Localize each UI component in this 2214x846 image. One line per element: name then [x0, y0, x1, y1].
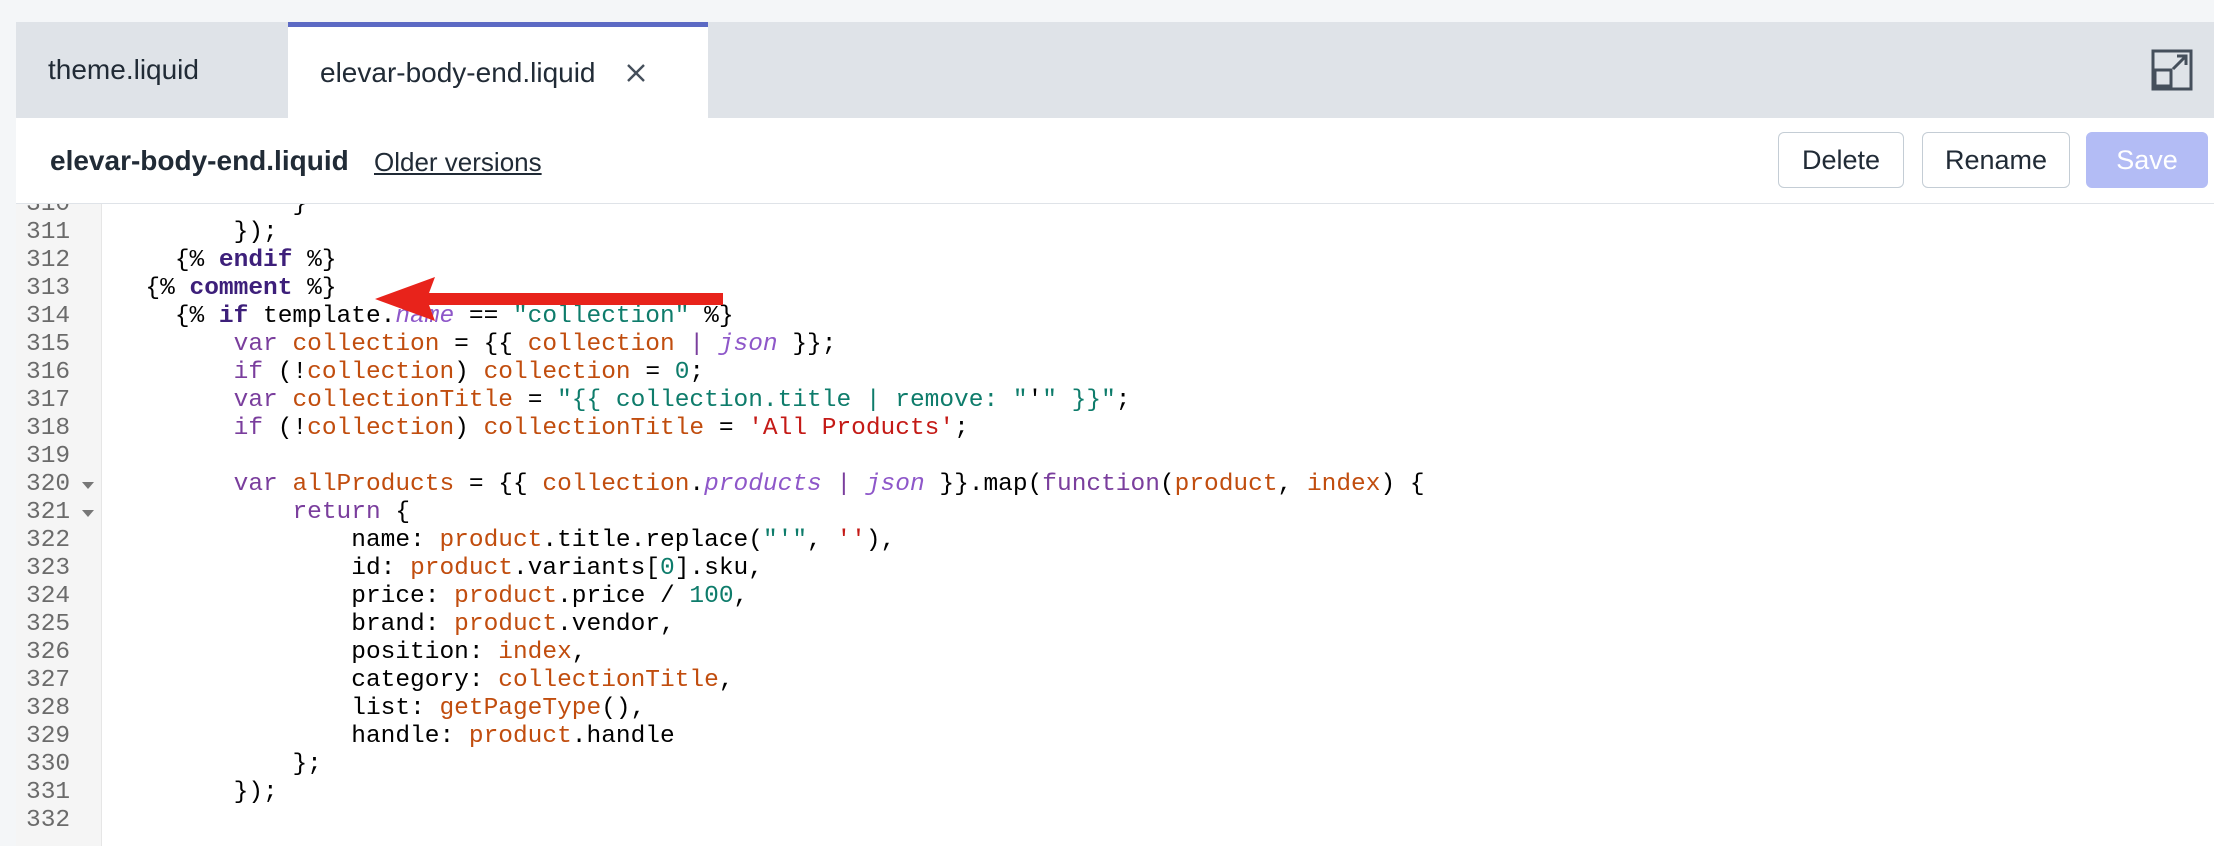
delete-button[interactable]: Delete [1778, 132, 1904, 188]
line-number: 318 [26, 415, 71, 442]
line-number: 332 [26, 807, 71, 834]
line-number: 331 [26, 779, 71, 806]
save-button[interactable]: Save [2086, 132, 2208, 188]
code-text: position: index, [351, 639, 587, 666]
code-line: 318 if (!collection) collectionTitle = '… [16, 415, 2214, 443]
code-line: 322 name: product.title.replace("'", '')… [16, 527, 2214, 555]
tab-theme-liquid[interactable]: theme.liquid [16, 22, 288, 118]
code-text: }; [292, 751, 322, 778]
code-text: if (!collection) collection = 0; [233, 359, 705, 386]
code-line: 320 var allProducts = {{ collection.prod… [16, 471, 2214, 499]
fold-arrow-icon[interactable] [82, 510, 94, 517]
code-text: {% endif %} [174, 247, 337, 274]
line-number: 325 [26, 611, 71, 638]
close-icon[interactable] [622, 59, 650, 87]
code-text: }); [233, 779, 278, 806]
tab-bar: theme.liquid elevar-body-end.liquid [16, 22, 2214, 118]
code-line: 327 category: collectionTitle, [16, 667, 2214, 695]
line-number: 329 [26, 723, 71, 750]
line-number: 320 [26, 471, 71, 498]
line-number: 323 [26, 555, 71, 582]
code-line: 331 }); [16, 779, 2214, 807]
line-number: 312 [26, 247, 71, 274]
line-number: 328 [26, 695, 71, 722]
line-number: 316 [26, 359, 71, 386]
editor-header: elevar-body-end.liquid Older versions De… [16, 118, 2214, 204]
line-number: 327 [26, 667, 71, 694]
code-line: 311 }); [16, 219, 2214, 247]
tab-elevar-body-end[interactable]: elevar-body-end.liquid [288, 22, 708, 118]
line-number: 319 [26, 443, 71, 470]
tab-label: elevar-body-end.liquid [320, 56, 596, 88]
code-text: price: product.price / 100, [351, 583, 749, 610]
code-editor[interactable]: 310 } 311 }); 312 {% endif %} 313 {% commen… [16, 204, 2214, 846]
line-number: 311 [26, 219, 71, 246]
code-text: var collection = {{ collection | json }}… [233, 331, 837, 358]
code-line: 329 handle: product.handle [16, 723, 2214, 751]
code-line: 324 price: product.price / 100, [16, 583, 2214, 611]
line-number: 310 [26, 204, 71, 218]
line-number: 317 [26, 387, 71, 414]
code-text: return { [292, 499, 411, 526]
file-title: elevar-body-end.liquid [50, 145, 349, 176]
code-line: 317 var collectionTitle = "{{ collection… [16, 387, 2214, 415]
code-text: handle: product.handle [351, 723, 675, 750]
code-line: 321 return { [16, 499, 2214, 527]
line-number: 314 [26, 303, 71, 330]
code-text: var allProducts = {{ collection.products… [233, 471, 1425, 498]
rename-button[interactable]: Rename [1922, 132, 2070, 188]
line-number: 326 [26, 639, 71, 666]
line-number: 322 [26, 527, 71, 554]
line-number: 324 [26, 583, 71, 610]
older-versions-link[interactable]: Older versions [374, 147, 542, 178]
code-line: 330 }; [16, 751, 2214, 779]
code-line: 319 [16, 443, 2214, 471]
code-line: 313 {% comment %} [16, 275, 2214, 303]
code-line: 315 var collection = {{ collection | jso… [16, 331, 2214, 359]
code-text: id: product.variants[0].sku, [351, 555, 763, 582]
code-line: 312 {% endif %} [16, 247, 2214, 275]
line-number: 315 [26, 331, 71, 358]
code-text: if (!collection) collectionTitle = 'All … [233, 415, 969, 442]
code-text: }); [233, 219, 278, 246]
code-line: 316 if (!collection) collection = 0; [16, 359, 2214, 387]
code-text: category: collectionTitle, [351, 667, 734, 694]
code-line: 325 brand: product.vendor, [16, 611, 2214, 639]
code-line: 314 {% if template.name == "collection" … [16, 303, 2214, 331]
line-number: 321 [26, 499, 71, 526]
tab-label: theme.liquid [48, 54, 199, 85]
expand-icon[interactable] [2150, 48, 2194, 92]
annotation-arrow [375, 277, 723, 321]
code-text: } [292, 204, 308, 218]
code-text: list: getPageType(), [351, 695, 646, 722]
code-line: 326 position: index, [16, 639, 2214, 667]
code-text: {% comment %} [145, 275, 337, 302]
code-text: brand: product.vendor, [351, 611, 675, 638]
code-text: var collectionTitle = "{{ collection.tit… [233, 387, 1131, 414]
code-line: 332 [16, 807, 2214, 835]
code-line: 323 id: product.variants[0].sku, [16, 555, 2214, 583]
code-line: 328 list: getPageType(), [16, 695, 2214, 723]
code-text: name: product.title.replace("'", ''), [351, 527, 896, 554]
fold-arrow-icon[interactable] [82, 482, 94, 489]
line-number: 330 [26, 751, 71, 778]
line-number: 313 [26, 275, 71, 302]
code-line: 310 } [16, 204, 2214, 219]
